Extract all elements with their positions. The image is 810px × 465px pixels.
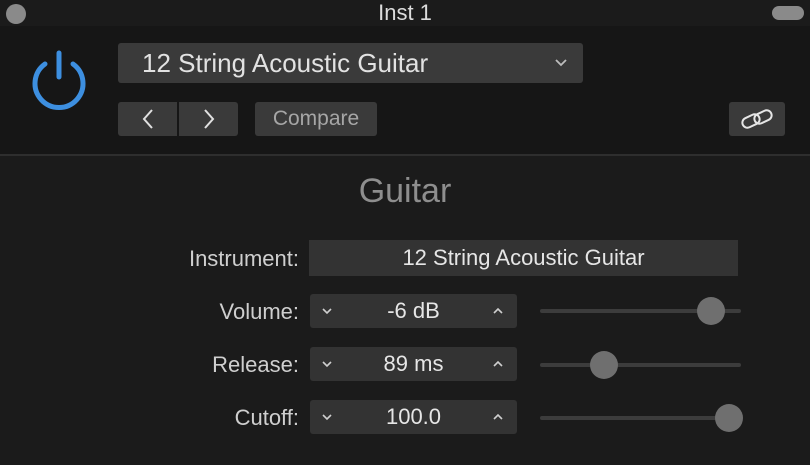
chevron-up-icon[interactable] (491, 357, 505, 371)
compare-button[interactable]: Compare (255, 102, 377, 136)
volume-slider[interactable] (540, 296, 741, 326)
release-label: Release: (212, 352, 299, 377)
next-preset-button[interactable] (179, 102, 238, 136)
preset-select[interactable]: 12 String Acoustic Guitar (118, 43, 583, 83)
chevron-down-icon[interactable] (320, 410, 334, 424)
power-icon[interactable] (26, 46, 92, 112)
section-title: Guitar (358, 172, 452, 210)
volume-stepper[interactable]: -6 dB (310, 294, 517, 328)
release-stepper[interactable]: 89 ms (310, 347, 517, 381)
volume-value: -6 dB (387, 298, 440, 323)
release-slider[interactable] (540, 350, 741, 380)
link-icon (741, 109, 773, 129)
cutoff-stepper[interactable]: 100.0 (310, 400, 517, 434)
cutoff-slider[interactable] (540, 403, 743, 433)
cutoff-label: Cutoff: (234, 405, 299, 430)
chevron-right-icon (203, 109, 214, 129)
preset-name: 12 String Acoustic Guitar (142, 47, 429, 78)
slider-knob[interactable] (590, 351, 619, 379)
window-title: Inst 1 (378, 0, 432, 25)
chevron-up-icon[interactable] (491, 410, 505, 424)
slider-track (540, 363, 741, 367)
chevron-down-icon[interactable] (320, 304, 334, 318)
chevron-left-icon (142, 109, 153, 129)
window-resize-button[interactable] (772, 6, 804, 20)
previous-preset-button[interactable] (118, 102, 177, 136)
chevron-up-icon[interactable] (491, 304, 505, 318)
slider-knob[interactable] (714, 404, 743, 432)
volume-label: Volume: (219, 299, 300, 324)
preset-navigation (118, 102, 238, 136)
instrument-field[interactable]: 12 String Acoustic Guitar (309, 240, 738, 276)
chevron-down-icon[interactable] (320, 357, 334, 371)
chevron-down-icon (555, 59, 567, 67)
instrument-label: Instrument: (188, 246, 299, 271)
cutoff-value: 100.0 (385, 404, 442, 429)
slider-knob[interactable] (696, 297, 725, 325)
release-value: 89 ms (383, 351, 444, 376)
slider-track (540, 416, 741, 420)
link-button[interactable] (729, 102, 785, 136)
plugin-header: 12 String Acoustic Guitar Compare (0, 26, 810, 156)
